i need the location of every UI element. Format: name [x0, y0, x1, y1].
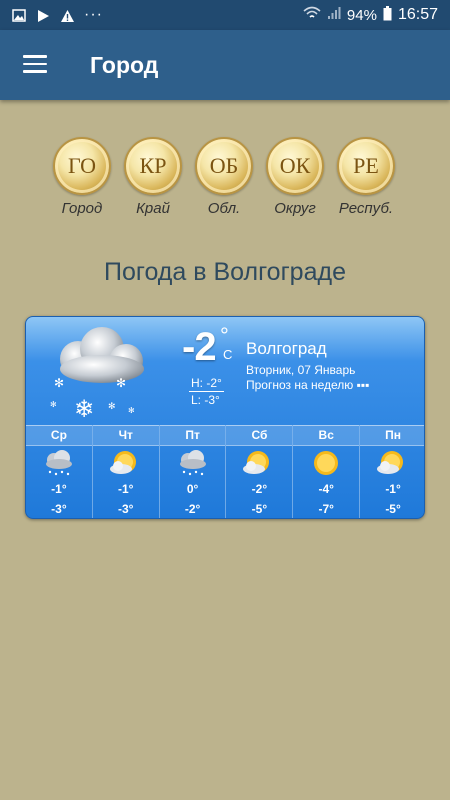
- hamburger-menu-icon[interactable]: [23, 55, 47, 73]
- day-high: -2°: [251, 482, 268, 496]
- svg-text:✻: ✻: [50, 400, 57, 409]
- battery-percent: 94%: [346, 6, 377, 24]
- day-low: -5°: [251, 502, 268, 516]
- high-temperature: H: -2°: [189, 376, 224, 392]
- day-name: Чт: [92, 425, 159, 446]
- forecast-day: Пт 0° -2°: [159, 425, 227, 518]
- current-date: Вторник, 07 Январь: [246, 363, 356, 377]
- coin-abbr: ОК: [279, 153, 311, 178]
- coin-label: Респуб.: [338, 200, 394, 217]
- svg-text:✻: ✻: [128, 406, 135, 415]
- image-icon: [12, 8, 26, 22]
- coin-city[interactable]: ГО Город: [52, 137, 112, 217]
- low-temperature: L: -3°: [191, 393, 220, 407]
- day-high: 0°: [186, 482, 199, 496]
- warning-icon: [60, 9, 74, 22]
- day-name: Пт: [159, 425, 226, 446]
- coin-abbr: КР: [139, 153, 167, 178]
- sun-cloud-icon: [109, 451, 136, 474]
- forecast-day: Сб -2° -5°: [226, 425, 294, 518]
- day-name: Вс: [293, 425, 360, 446]
- coin-label: Край: [136, 200, 170, 217]
- day-name: Ср: [26, 425, 92, 446]
- coin-icon[interactable]: ОК: [266, 137, 324, 195]
- region-selector: ГО Город КР Край ОБ Обл. ОК Округ РЕ Рес…: [52, 137, 396, 217]
- day-low: -3°: [51, 502, 67, 516]
- coin-republic[interactable]: РЕ Респуб.: [336, 137, 396, 217]
- snow-cloud-icon: [45, 450, 72, 476]
- degree-symbol: °: [220, 323, 229, 348]
- snow-cloud-icon: ✻ ❄ ✻ ✻ ✻ ✻: [50, 327, 144, 421]
- day-high: -1°: [385, 482, 401, 496]
- coin-region-krai[interactable]: КР Край: [123, 137, 183, 217]
- weather-widget[interactable]: ✻ ❄ ✻ ✻ ✻ ✻ -2 ° C H: -2° L: -3° Волгогр…: [25, 316, 425, 519]
- svg-text:❄: ❄: [74, 395, 94, 421]
- day-low: -5°: [385, 502, 401, 516]
- forecast-day: Вс -4° -7°: [293, 425, 361, 518]
- svg-text:✻: ✻: [116, 376, 126, 390]
- svg-text:✻: ✻: [54, 376, 64, 390]
- coin-label: Обл.: [207, 200, 241, 217]
- coin-abbr: ОБ: [209, 153, 239, 178]
- day-high: -1°: [118, 482, 134, 496]
- more-icon: ···: [84, 6, 103, 23]
- day-name: Пн: [360, 425, 424, 446]
- day-low: -2°: [184, 502, 201, 516]
- coin-oblast[interactable]: ОБ Обл.: [194, 137, 254, 217]
- signal-icon: [327, 6, 341, 24]
- svg-text:✻: ✻: [108, 402, 116, 412]
- coin-icon[interactable]: ОБ: [195, 137, 253, 195]
- coin-icon[interactable]: РЕ: [337, 137, 395, 195]
- coin-label: Округ: [274, 200, 316, 217]
- forecast-day: Пн -1° -5°: [360, 425, 424, 518]
- app-bar: Город: [0, 30, 450, 100]
- city-name: Волгоград: [246, 339, 327, 358]
- clock: 16:57: [397, 6, 438, 23]
- coin-icon[interactable]: ГО: [53, 137, 111, 195]
- play-store-icon: [36, 9, 50, 22]
- coin-abbr: РЕ: [353, 153, 379, 178]
- weekly-forecast-link[interactable]: Прогноз на неделю ▪▪▪: [246, 378, 369, 392]
- coin-icon[interactable]: КР: [124, 137, 182, 195]
- snow-cloud-icon: [179, 450, 206, 476]
- coin-label: Город: [61, 200, 103, 217]
- sun-cloud-icon: [243, 451, 270, 474]
- day-low: -7°: [318, 502, 334, 516]
- sun-cloud-icon: [377, 451, 404, 474]
- day-low: -3°: [118, 502, 134, 516]
- wifi-icon: [303, 6, 321, 24]
- day-high: -1°: [51, 482, 67, 496]
- daily-forecast: Ср -1° -3° Чт -1° -3° Пт 0° -2° Сб -2° -…: [26, 425, 424, 518]
- coin-abbr: ГО: [67, 153, 97, 178]
- day-high: -4°: [318, 482, 334, 496]
- weather-headline: Погода в Волгограде: [104, 258, 346, 286]
- temperature-unit: C: [223, 347, 233, 362]
- page-title: Город: [90, 52, 159, 78]
- battery-icon: [383, 5, 392, 25]
- day-name: Сб: [226, 425, 293, 446]
- forecast-day: Ср -1° -3°: [26, 425, 93, 518]
- current-weather: ✻ ❄ ✻ ✻ ✻ ✻ -2 ° C H: -2° L: -3° Волгогр…: [26, 317, 424, 425]
- status-bar: ··· 94% 16:57: [0, 0, 450, 30]
- sun-icon: [314, 451, 339, 475]
- current-temperature: -2: [182, 325, 217, 369]
- high-low: H: -2° L: -3°: [189, 375, 224, 408]
- coin-okrug[interactable]: ОК Округ: [265, 137, 325, 217]
- forecast-day: Чт -1° -3°: [92, 425, 160, 518]
